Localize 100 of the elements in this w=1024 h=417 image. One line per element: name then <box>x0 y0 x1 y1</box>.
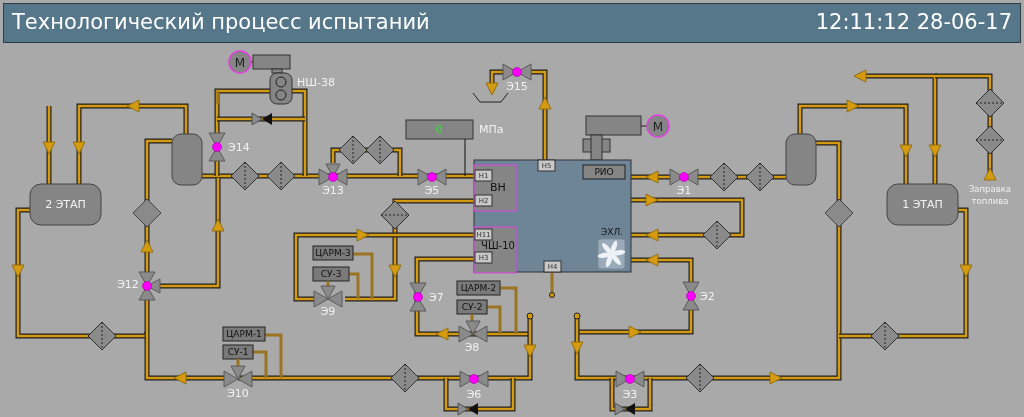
vessel <box>785 133 817 186</box>
check-valve-icon <box>614 402 635 416</box>
valve-icon <box>502 63 532 81</box>
rio-box: РИО <box>582 164 626 180</box>
filter-symbol <box>380 200 410 230</box>
flow-arrow <box>645 228 659 242</box>
vessel <box>171 133 203 186</box>
valve-icon <box>313 285 343 308</box>
controller-box: ЦАРМ-1 <box>222 326 266 342</box>
flow-arrow <box>11 264 25 278</box>
flow-arrow <box>983 167 997 181</box>
filter-symbol <box>975 88 1005 118</box>
valve-icon <box>409 282 427 312</box>
flow-arrow <box>628 325 642 339</box>
controller-box: ЦАРМ-3 <box>312 245 354 261</box>
flow-arrow <box>140 239 154 253</box>
valve-icon <box>223 365 253 388</box>
check-valve-icon <box>251 112 272 126</box>
control-line <box>216 91 220 104</box>
flow-arrow <box>846 99 860 113</box>
valve-label: Э9 <box>320 305 336 318</box>
flow-arrow <box>435 327 449 341</box>
valve-label: Э3 <box>622 388 638 401</box>
refuel-label: Заправка топлива <box>968 183 1012 206</box>
flow-arrow <box>538 96 552 110</box>
motor-drawing <box>582 115 648 161</box>
flow-arrow <box>523 344 537 358</box>
filter-symbol <box>685 363 715 393</box>
flow-arrow <box>570 341 584 355</box>
flow-arrow <box>211 218 225 232</box>
flow-arrow <box>769 371 783 385</box>
filter-symbol <box>266 161 296 191</box>
filter-symbol <box>975 125 1005 155</box>
filter-symbol <box>824 198 854 228</box>
valve-label: Э8 <box>464 341 480 354</box>
filter-symbol <box>230 161 260 191</box>
valve-label: Э5 <box>424 184 440 197</box>
pressure-display: 0 <box>405 119 474 140</box>
flow-arrow <box>959 264 973 278</box>
pipe-end <box>573 312 581 320</box>
flow-arrow <box>853 69 867 83</box>
filter-symbol <box>365 135 395 165</box>
pump-label: НШ-38 <box>297 76 335 89</box>
valve-icon <box>417 168 447 186</box>
flow-arrow <box>645 170 659 184</box>
filter-symbol <box>390 363 420 393</box>
valve-label: Э6 <box>466 388 482 401</box>
pump-drawing <box>250 54 293 105</box>
flow-arrow <box>356 228 370 242</box>
flow-arrow <box>645 193 659 207</box>
flow-arrow <box>126 99 140 113</box>
control-line <box>550 273 554 295</box>
valve-label: Э12 <box>117 278 139 291</box>
valve-icon <box>615 370 645 388</box>
valve-icon <box>318 163 348 186</box>
tank: 2 ЭТАП <box>29 183 102 226</box>
flow-arrow <box>42 141 56 155</box>
valve-label: Э1 <box>676 184 692 197</box>
valve-label: Э13 <box>322 184 344 197</box>
filter-symbol <box>338 135 368 165</box>
window-title: Технологический процесс испытаний <box>12 9 430 37</box>
valve-icon <box>458 320 488 343</box>
filter-symbol <box>745 162 775 192</box>
flow-arrow <box>485 82 499 96</box>
unit-label: МПа <box>479 123 504 136</box>
hopper-icon <box>472 92 509 103</box>
clock: 12:11:12 28-06-17 <box>815 9 1012 37</box>
flow-arrow <box>173 371 187 385</box>
valve-label: Э2 <box>700 290 715 303</box>
valve-label: Э15 <box>506 80 528 93</box>
flow-arrow <box>388 264 402 278</box>
valve-icon <box>459 370 489 388</box>
flow-arrow <box>645 253 659 267</box>
fan-icon <box>597 238 626 270</box>
valve-icon <box>208 132 226 162</box>
section-label: ВН <box>490 181 506 194</box>
valve-icon <box>138 271 161 301</box>
controller-box: ЦАРМ-2 <box>456 280 501 296</box>
motor-icon: М <box>646 114 670 138</box>
filter-symbol <box>87 321 117 351</box>
pipe-end <box>526 312 534 320</box>
controller-box: СУ-1 <box>222 344 254 360</box>
flow-arrow <box>72 141 86 155</box>
valve-label: Э14 <box>228 141 250 154</box>
valve-icon <box>669 168 699 186</box>
valve-label: Э7 <box>429 291 444 304</box>
sensor-line <box>464 138 466 177</box>
filter-symbol <box>709 162 739 192</box>
valve-label: Э10 <box>227 387 249 400</box>
flow-arrow <box>899 144 913 158</box>
section-label: ЧШ-10 <box>481 240 515 251</box>
filter-symbol <box>870 321 900 351</box>
check-valve-icon <box>457 402 478 416</box>
flow-arrow <box>928 144 942 158</box>
controller-box: СУ-3 <box>312 266 350 282</box>
filter-symbol <box>702 220 732 250</box>
motor-icon: М <box>228 50 252 74</box>
tank: 1 ЭТАП <box>886 183 959 226</box>
cooler-label: ЭХЛ. <box>600 226 624 237</box>
pipe-end <box>549 292 555 298</box>
